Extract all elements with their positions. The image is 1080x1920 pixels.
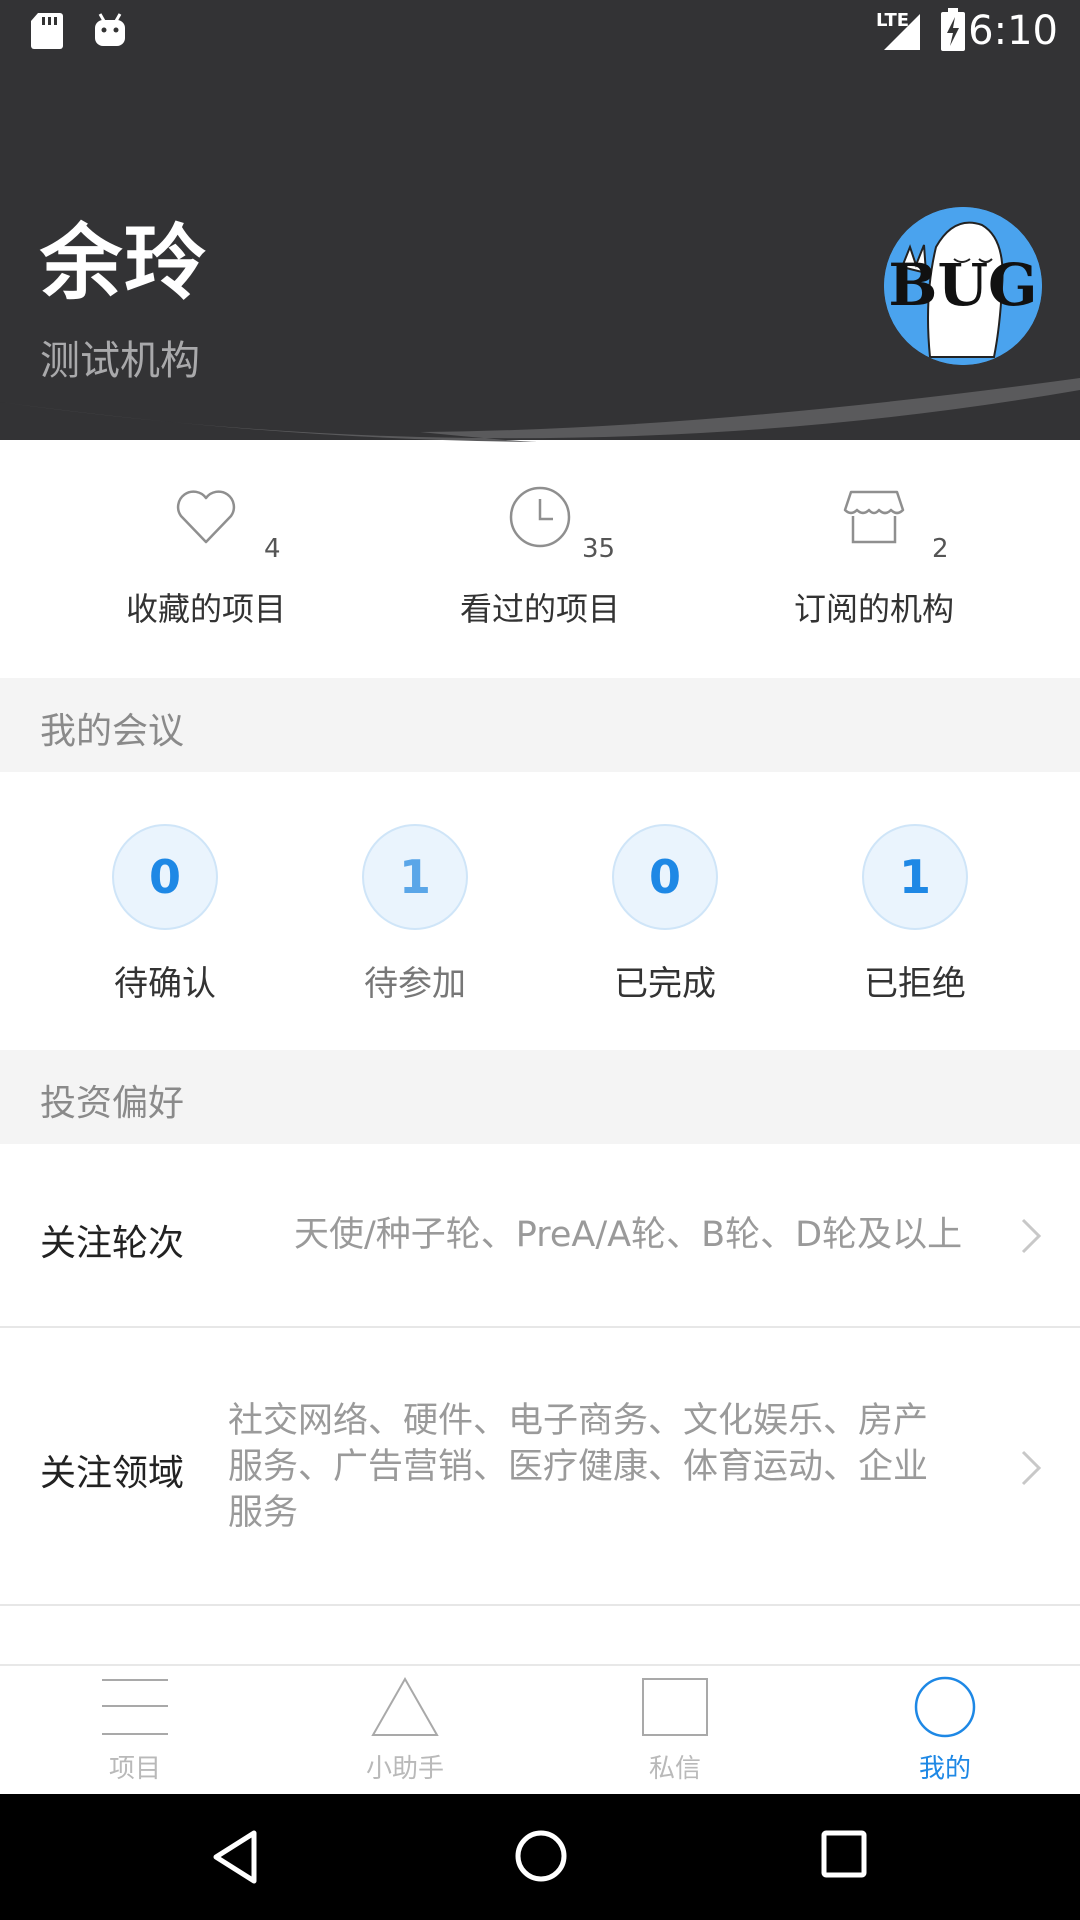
avatar-image: BUG	[884, 207, 1042, 365]
recent-apps-icon[interactable]	[820, 1829, 868, 1879]
nav-tab-assistant[interactable]: 小助手	[270, 1666, 540, 1796]
meeting-label: 待参加	[364, 964, 466, 1004]
pref-value: 社交网络、硬件、电子商务、文化娱乐、房产 服务、广告营销、医疗健康、体育运动、企…	[228, 1398, 988, 1536]
nav-label: 我的	[918, 1754, 971, 1784]
pref-label: 关注领域	[40, 1453, 185, 1494]
bottom-navigation: 项目 小助手 私信 我的	[0, 1664, 1080, 1796]
sd-card-icon	[31, 13, 63, 49]
avatar[interactable]: BUG	[884, 207, 1042, 365]
meeting-rejected[interactable]: 1 已拒绝	[825, 824, 1005, 1004]
nav-tab-projects[interactable]: 项目	[0, 1666, 270, 1796]
stat-label: 订阅的机构	[793, 590, 954, 628]
meeting-label: 待确认	[114, 964, 216, 1004]
stat-count: 2	[932, 534, 949, 564]
stat-count: 4	[264, 534, 281, 564]
organization-name: 测试机构	[40, 338, 200, 384]
battery-charging-icon	[941, 8, 965, 51]
nav-label: 项目	[108, 1754, 161, 1784]
meeting-count-badge: 1	[362, 824, 468, 930]
meetings-section-header: 我的会议	[0, 678, 1080, 772]
heart-icon	[176, 490, 236, 544]
pref-value-line: 社交网络、硬件、电子商务、文化娱乐、房产	[228, 1401, 929, 1441]
stat-viewed[interactable]: 35 看过的项目	[410, 484, 670, 628]
nav-tab-mine[interactable]: 我的	[810, 1666, 1080, 1796]
store-icon	[843, 490, 905, 544]
clock-icon	[509, 486, 571, 548]
status-time: 6:10	[968, 8, 1058, 54]
pref-row-fields[interactable]: 关注领域 社交网络、硬件、电子商务、文化娱乐、房产 服务、广告营销、医疗健康、体…	[0, 1328, 1080, 1606]
meeting-completed[interactable]: 0 已完成	[575, 824, 755, 1004]
meeting-label: 已完成	[614, 964, 716, 1004]
pref-label: 关注轮次	[40, 1223, 185, 1264]
stat-favorites[interactable]: 4 收藏的项目	[76, 484, 336, 628]
pref-row-rounds[interactable]: 关注轮次 天使/种子轮、PreA/A轮、B轮、D轮及以上	[0, 1144, 1080, 1328]
meeting-count-badge: 1	[862, 824, 968, 930]
nav-tab-messages[interactable]: 私信	[540, 1666, 810, 1796]
stat-label: 看过的项目	[459, 590, 620, 628]
circle-icon	[914, 1676, 976, 1738]
meeting-pending-confirm[interactable]: 0 待确认	[75, 824, 255, 1004]
signal-icon	[884, 14, 920, 50]
nav-label: 小助手	[365, 1754, 444, 1784]
pref-value: 天使/种子轮、PreA/A轮、B轮、D轮及以上	[294, 1215, 963, 1255]
status-bar: LTE 6:10	[0, 0, 1080, 62]
nav-label: 私信	[648, 1754, 701, 1784]
home-icon[interactable]	[514, 1829, 568, 1883]
chevron-right-icon	[1021, 1450, 1042, 1486]
chevron-right-icon	[1021, 1218, 1042, 1254]
system-navigation-bar	[0, 1794, 1080, 1920]
user-name: 余玲	[40, 216, 209, 311]
stat-subscribed[interactable]: 2 订阅的机构	[744, 484, 1004, 628]
square-icon	[642, 1678, 708, 1736]
meeting-count-badge: 0	[612, 824, 718, 930]
section-title: 我的会议	[40, 711, 185, 752]
stat-label: 收藏的项目	[125, 590, 286, 628]
section-title: 投资偏好	[40, 1083, 185, 1124]
android-icon	[95, 13, 125, 46]
meeting-label: 已拒绝	[864, 964, 966, 1004]
menu-lines-icon	[102, 1679, 168, 1735]
back-icon[interactable]	[210, 1829, 260, 1885]
stat-count: 35	[582, 534, 616, 564]
pref-value-line: 服务	[228, 1493, 299, 1533]
triangle-icon	[371, 1676, 439, 1736]
pref-value-line: 服务、广告营销、医疗健康、体育运动、企业	[228, 1447, 929, 1487]
preferences-section-header: 投资偏好	[0, 1050, 1080, 1144]
meeting-count-badge: 0	[112, 824, 218, 930]
avatar-text: BUG	[888, 251, 1037, 319]
meeting-to-attend[interactable]: 1 待参加	[325, 824, 505, 1004]
